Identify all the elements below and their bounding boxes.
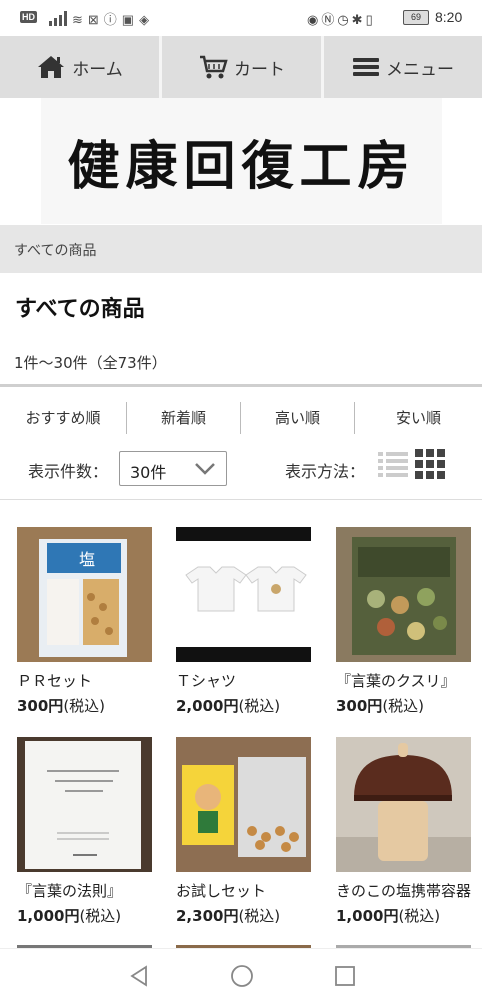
- hamburger-icon: [353, 58, 379, 76]
- display-method-label: 表示方法：: [285, 462, 366, 481]
- product-name[interactable]: 『言葉のクスリ』: [336, 670, 482, 691]
- shop-logo[interactable]: 健康回復工房: [41, 98, 442, 224]
- cart-icon: [200, 55, 228, 79]
- product-name[interactable]: ＰＲセット: [17, 670, 167, 691]
- product-card[interactable]: Ｔシャツ 2,000円(税込): [176, 527, 326, 716]
- price-value: 1,000円: [17, 907, 80, 925]
- home-circle-icon[interactable]: [230, 964, 254, 988]
- product-image[interactable]: [336, 527, 471, 662]
- nav-cart-label: カート: [234, 59, 285, 80]
- status-bar: HD ≋⊠ⓘ▣◈ ◉Ⓝ◷✱▯ 69 8:20: [0, 0, 482, 36]
- product-price: 300円(税込): [336, 695, 482, 716]
- clock: 8:20: [435, 9, 463, 25]
- price-value: 300円: [336, 697, 383, 715]
- back-triangle-icon[interactable]: [128, 965, 150, 987]
- price-tax: (税込): [79, 907, 122, 925]
- product-card[interactable]: 塩 ＰＲセット 300円(税込): [17, 527, 167, 716]
- price-tax: (税込): [63, 697, 106, 715]
- product-image[interactable]: [176, 737, 311, 872]
- sort-recommended[interactable]: おすすめ順: [0, 402, 126, 434]
- product-card[interactable]: 『言葉の法則』 1,000円(税込): [17, 737, 167, 926]
- product-image[interactable]: 塩: [17, 527, 152, 662]
- home-icon: [38, 56, 65, 78]
- nav-menu-button[interactable]: メニュー: [324, 36, 482, 98]
- sort-newest[interactable]: 新着順: [127, 402, 240, 434]
- product-image[interactable]: [336, 737, 471, 872]
- product-image[interactable]: [17, 737, 152, 872]
- top-navigation: ホーム カート メニュー: [0, 36, 482, 98]
- divider: [0, 384, 482, 387]
- price-value: 2,300円: [176, 907, 239, 925]
- system-status-icons: ◉Ⓝ◷✱▯: [307, 12, 376, 27]
- breadcrumb: すべての商品: [0, 225, 482, 273]
- page-title: すべての商品: [15, 297, 145, 322]
- notification-icons: ≋⊠ⓘ▣◈: [72, 12, 155, 27]
- price-tax: (税込): [382, 697, 425, 715]
- system-navigation-bar: [0, 948, 482, 1001]
- nav-cart-button[interactable]: カート: [162, 36, 321, 98]
- product-name[interactable]: 『言葉の法則』: [17, 880, 167, 901]
- price-value: 300円: [17, 697, 64, 715]
- signal-icon: [49, 11, 67, 26]
- chevron-down-icon: [195, 463, 215, 475]
- product-name[interactable]: Ｔシャツ: [176, 670, 326, 691]
- price-value: 2,000円: [176, 697, 239, 715]
- product-card[interactable]: お試しセット 2,300円(税込): [176, 737, 326, 926]
- product-price: 2,000円(税込): [176, 695, 326, 716]
- price-tax: (税込): [398, 907, 441, 925]
- logo-text: 健康回復工房: [67, 135, 416, 197]
- product-name[interactable]: きのこの塩携帯容器: [336, 880, 482, 901]
- nav-menu-label: メニュー: [386, 59, 454, 80]
- price-value: 1,000円: [336, 907, 399, 925]
- sort-bar: おすすめ順 新着順 高い順 安い順: [0, 402, 482, 434]
- breadcrumb-item[interactable]: すべての商品: [14, 240, 96, 260]
- grid-view-icon[interactable]: [415, 449, 445, 479]
- display-count-label: 表示件数：: [28, 462, 109, 481]
- recents-square-icon[interactable]: [334, 965, 356, 987]
- sort-price-high[interactable]: 高い順: [241, 402, 354, 434]
- svg-text:塩: 塩: [79, 550, 95, 569]
- display-count-value: 30件: [130, 463, 167, 482]
- display-count-select[interactable]: 30件: [119, 451, 227, 486]
- product-price: 1,000円(税込): [336, 905, 482, 926]
- hd-badge: HD: [20, 11, 37, 23]
- product-price: 2,300円(税込): [176, 905, 326, 926]
- result-count: 1件～30件（全73件）: [14, 354, 167, 372]
- nav-home-label: ホーム: [72, 59, 123, 80]
- product-image[interactable]: [176, 527, 311, 662]
- battery-icon: 69: [403, 10, 429, 25]
- divider: [0, 499, 482, 500]
- product-card[interactable]: 『言葉のクスリ』 300円(税込): [336, 527, 482, 716]
- price-tax: (税込): [238, 697, 281, 715]
- product-card[interactable]: きのこの塩携帯容器 1,000円(税込): [336, 737, 482, 926]
- nav-home-button[interactable]: ホーム: [0, 36, 159, 98]
- product-price: 1,000円(税込): [17, 905, 167, 926]
- product-price: 300円(税込): [17, 695, 167, 716]
- price-tax: (税込): [238, 907, 281, 925]
- list-view-icon[interactable]: [378, 449, 408, 479]
- sort-price-low[interactable]: 安い順: [355, 402, 482, 434]
- product-name[interactable]: お試しセット: [176, 880, 326, 901]
